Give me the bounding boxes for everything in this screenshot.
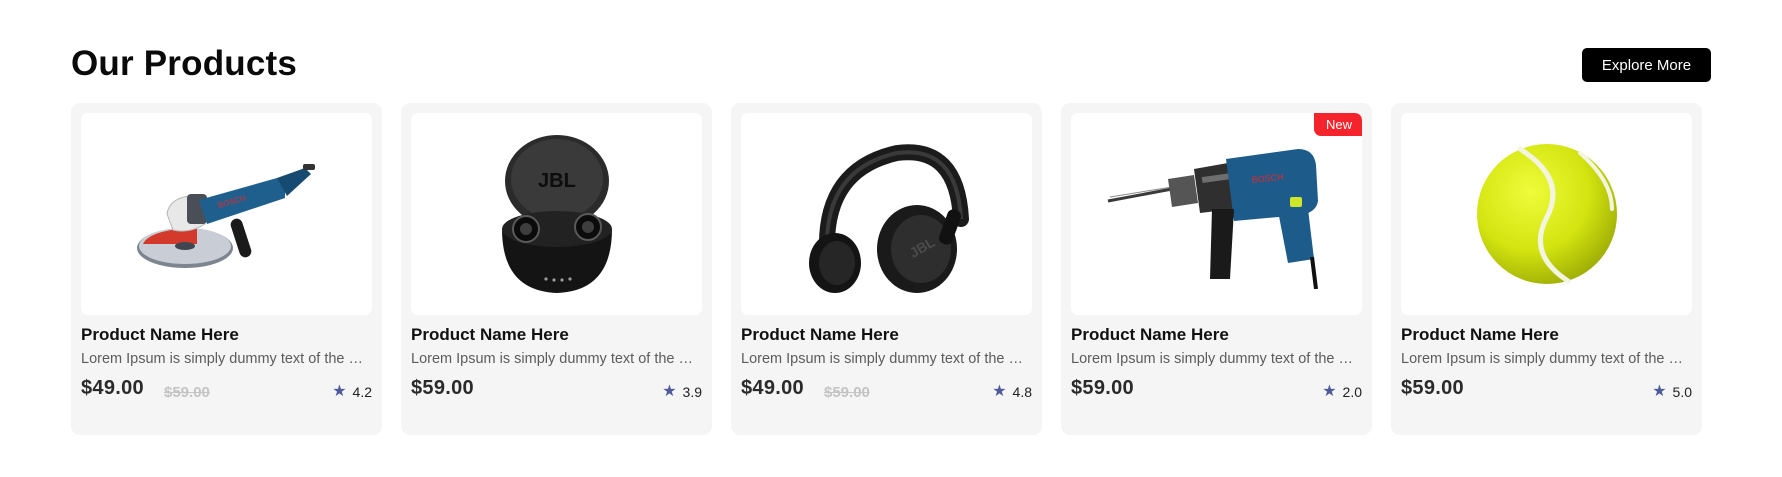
power-drill-image: BOSCH <box>1107 149 1318 289</box>
product-rating: ★ 4.2 <box>332 383 372 401</box>
rating-value: 5.0 <box>1672 384 1692 400</box>
explore-more-button[interactable]: Explore More <box>1582 48 1711 82</box>
star-icon: ★ <box>1322 383 1337 400</box>
product-name: Product Name Here <box>81 325 239 344</box>
product-description: Lorem Ipsum is simply dummy text of the … <box>411 351 701 367</box>
product-image: JBL <box>411 113 702 315</box>
tennis-ball-image <box>1476 144 1617 284</box>
star-icon: ★ <box>332 383 347 400</box>
star-icon: ★ <box>1652 383 1667 400</box>
product-card[interactable]: BOSCH Product Name Here Lorem Ipsum is s… <box>71 103 382 435</box>
product-old-price: $59.00 <box>164 384 210 401</box>
product-rating: ★ 4.8 <box>992 383 1032 401</box>
product-price: $59.00 <box>1401 377 1464 399</box>
product-name: Product Name Here <box>741 325 899 344</box>
product-name: Product Name Here <box>1401 325 1559 344</box>
product-card[interactable]: Product Name Here Lorem Ipsum is simply … <box>1391 103 1702 435</box>
product-rating: ★ 3.9 <box>662 383 702 401</box>
product-name: Product Name Here <box>1071 325 1229 344</box>
rating-value: 3.9 <box>682 384 702 400</box>
product-description: Lorem Ipsum is simply dummy text of the … <box>1071 351 1361 367</box>
product-description: Lorem Ipsum is simply dummy text of the … <box>81 351 371 367</box>
product-rating: ★ 2.0 <box>1322 383 1362 401</box>
product-card[interactable]: BOSCH New Product Name Here Lorem Ipsum … <box>1061 103 1372 435</box>
new-badge: New <box>1313 113 1362 136</box>
product-price: $49.00 <box>81 377 144 399</box>
product-image <box>1401 113 1692 315</box>
section-title: Our Products <box>71 44 298 83</box>
product-description: Lorem Ipsum is simply dummy text of the … <box>1401 351 1691 367</box>
product-old-price: $59.00 <box>824 384 870 401</box>
product-price: $49.00 <box>741 377 804 399</box>
product-image: BOSCH <box>81 113 372 315</box>
product-price: $59.00 <box>1071 377 1134 399</box>
product-image: JBL <box>741 113 1032 315</box>
headphones-image: JBL <box>808 144 969 293</box>
rating-value: 4.8 <box>1012 384 1032 400</box>
product-description: Lorem Ipsum is simply dummy text of the … <box>741 351 1031 367</box>
rating-value: 4.2 <box>352 384 372 400</box>
product-price: $59.00 <box>411 377 474 399</box>
product-name: Product Name Here <box>411 325 569 344</box>
angle-grinder-image: BOSCH <box>136 164 315 268</box>
rating-value: 2.0 <box>1342 384 1362 400</box>
product-image: BOSCH New <box>1071 113 1362 315</box>
earbuds-image: JBL <box>501 135 612 293</box>
product-grid: BOSCH Product Name Here Lorem Ipsum is s… <box>71 103 1702 435</box>
products-section: Our Products Explore More BOSCH Product … <box>71 0 1711 477</box>
product-card[interactable]: JBL Product Name Here Lorem Ipsum is sim… <box>401 103 712 435</box>
product-card[interactable]: JBL Product Name Here Lorem Ipsum is sim… <box>731 103 1042 435</box>
product-rating: ★ 5.0 <box>1652 383 1692 401</box>
star-icon: ★ <box>662 383 677 400</box>
star-icon: ★ <box>992 383 1007 400</box>
svg-text:JBL: JBL <box>538 170 576 192</box>
